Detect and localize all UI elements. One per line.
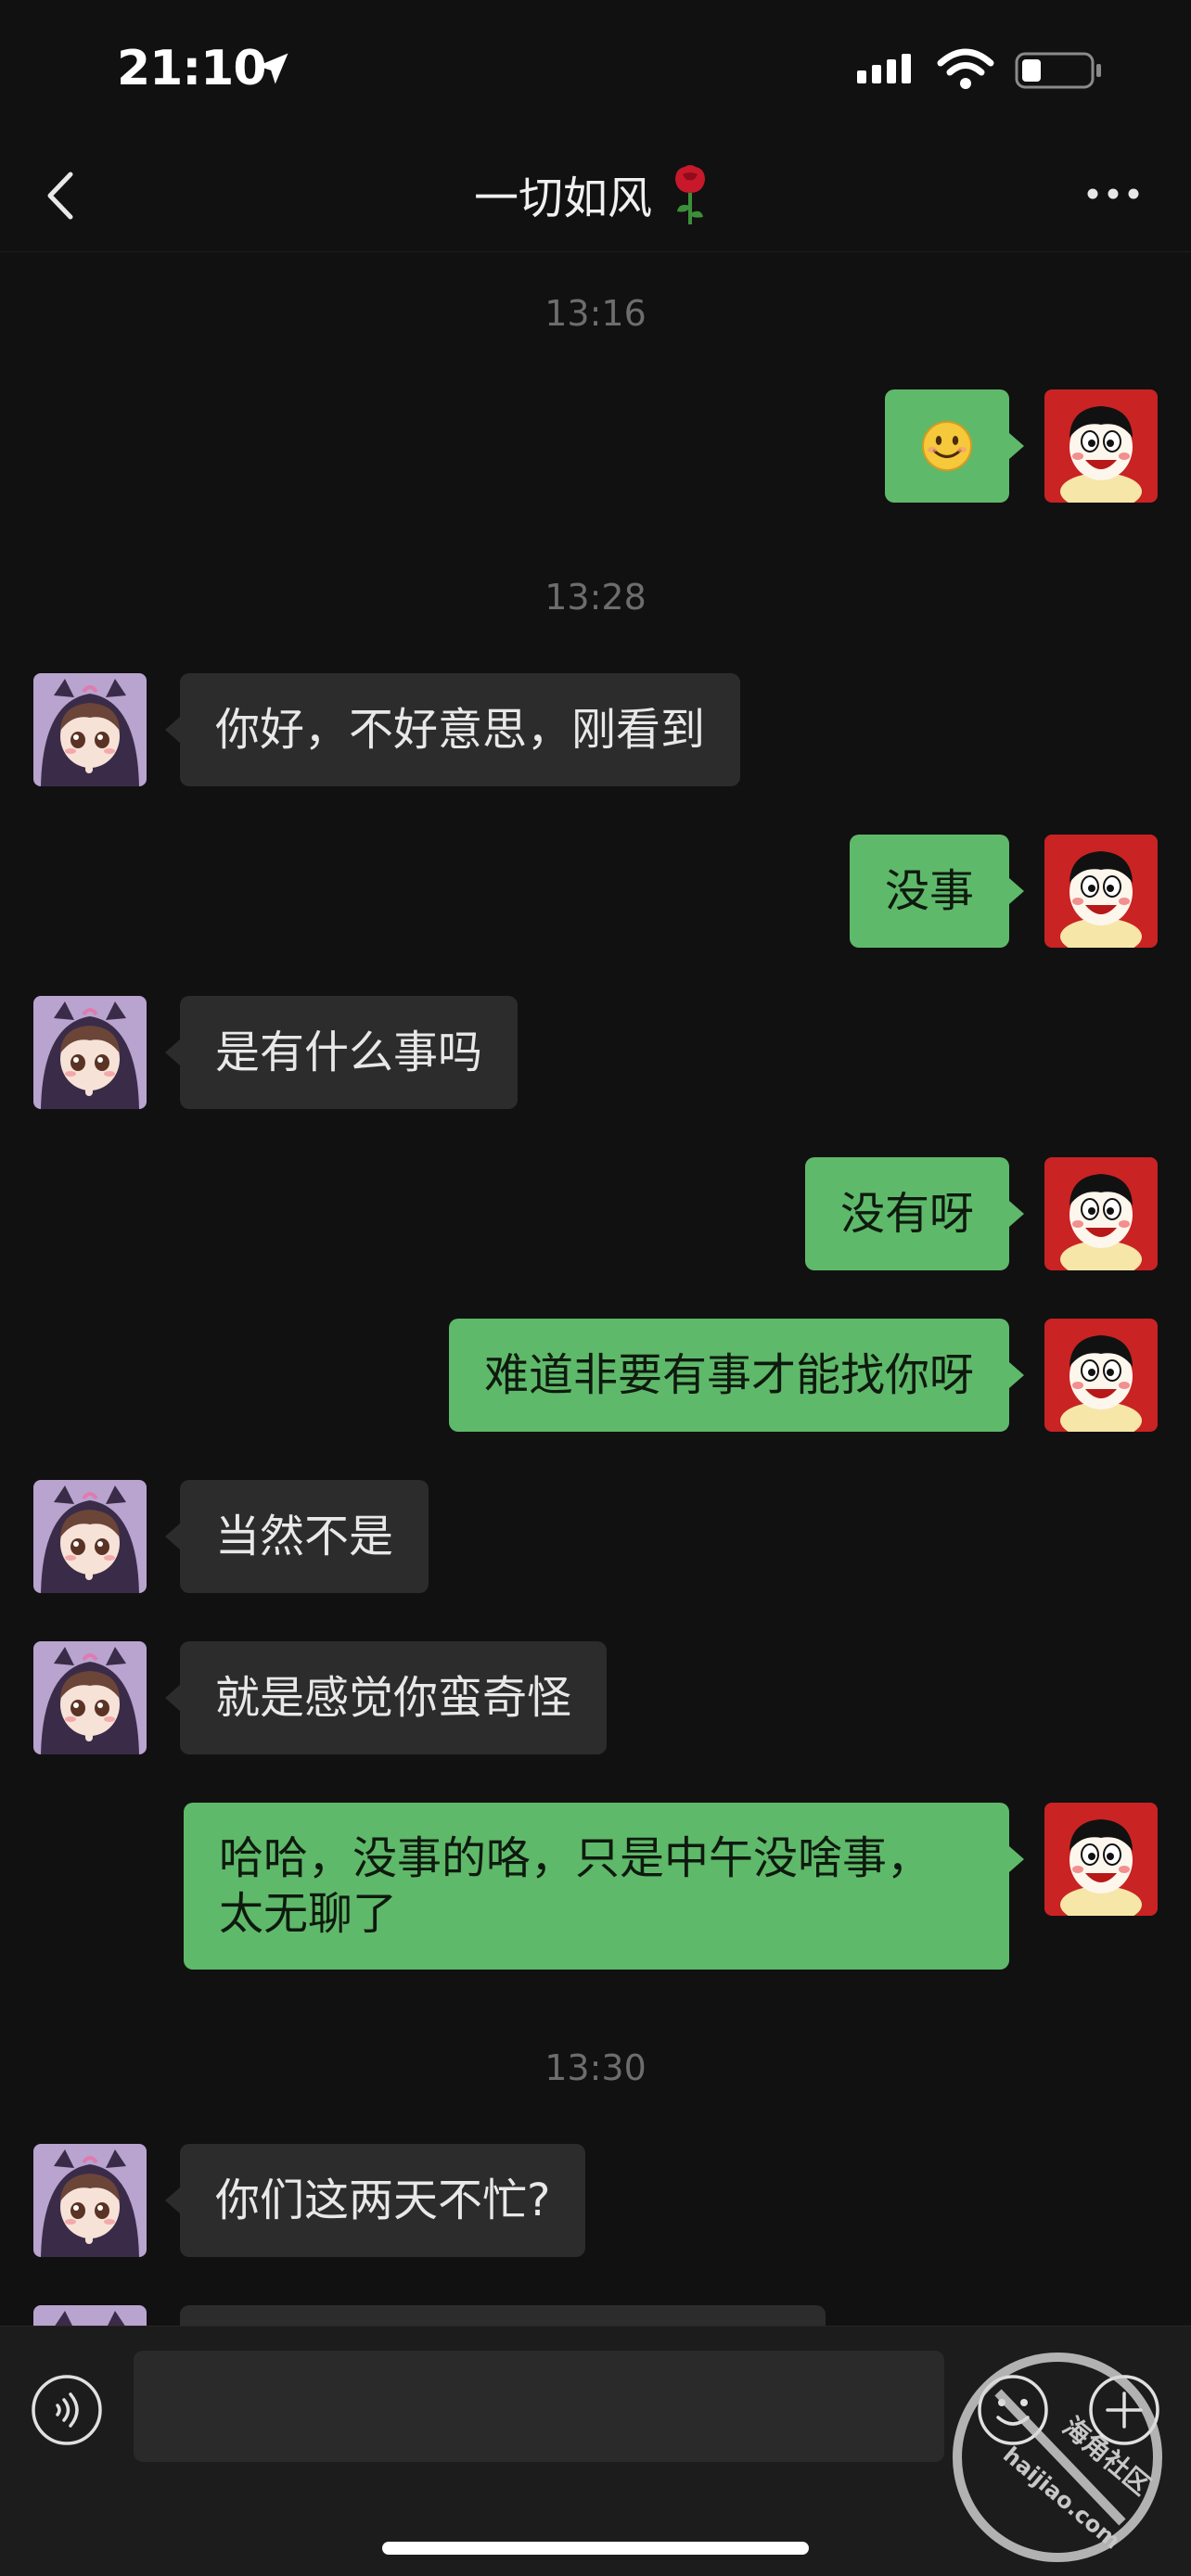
outgoing-message-bubble[interactable]: 难道非要有事才能找你呀 [448,1319,1009,1432]
watermark-logo: 海角社区 haijiao.com [953,2353,1162,2562]
girl-avatar-icon [33,2305,147,2326]
bubble-tail [1009,1201,1024,1227]
outgoing-message-bubble[interactable] [885,389,1009,503]
bubble-tail [165,1685,180,1711]
outgoing-message-bubble[interactable]: 哈哈，没事的咯，只是中午没啥事，太无聊了 [184,1803,1009,1970]
contact-avatar[interactable] [33,2144,147,2257]
bubble-tail [1009,1846,1024,1872]
boy-avatar-icon [1044,1803,1158,1916]
more-options-icon[interactable] [1083,180,1143,208]
wechat-chat-screen: 21:10 一切如风 13:16 13:28 你好，不好意思，刚看到 没事 是有… [0,0,1191,2576]
voice-input-icon[interactable] [30,2373,104,2447]
boy-avatar-icon [1044,389,1158,503]
message-list[interactable]: 13:16 13:28 你好，不好意思，刚看到 没事 是有什么事吗 没有呀 难道… [0,252,1191,2326]
contact-avatar[interactable] [33,673,147,786]
bubble-tail [1009,1362,1024,1388]
bubble-tail [1009,433,1024,459]
wifi-icon [937,48,994,89]
my-avatar[interactable] [1044,1803,1158,1916]
status-time: 21:10 [117,41,267,96]
boy-avatar-icon [1044,1319,1158,1432]
bubble-tail [165,1039,180,1065]
bubble-tail [1009,878,1024,904]
incoming-message-bubble[interactable]: 你好，不好意思，刚看到 [180,673,741,786]
battery-icon [1015,52,1101,89]
chat-nav-bar: 一切如风 [0,139,1191,252]
location-arrow-icon [257,53,288,84]
incoming-message-bubble[interactable]: 当然不是 [180,1480,429,1593]
bubble-tail [165,2187,180,2213]
my-avatar[interactable] [1044,1157,1158,1270]
contact-avatar[interactable] [33,1641,147,1754]
outgoing-message-bubble[interactable]: 没有呀 [804,1157,1009,1270]
timestamp: 13:16 [544,293,647,334]
incoming-message-bubble[interactable]: 就是感觉你蛮奇怪 [180,1641,608,1754]
incoming-message-bubble[interactable] [180,2305,826,2326]
my-avatar[interactable] [1044,389,1158,503]
chat-title: 一切如风 [0,161,1191,226]
smile-emoji-icon [922,421,972,471]
contact-avatar[interactable] [33,996,147,1109]
girl-avatar-icon [33,1641,147,1754]
incoming-message-bubble[interactable]: 你们这两天不忙? [180,2144,586,2257]
bubble-tail [165,1524,180,1549]
watermark-text: 海角社区 [1057,2411,1157,2501]
cellular-signal-icon [857,54,911,83]
bubble-tail [165,717,180,743]
boy-avatar-icon [1044,1157,1158,1270]
rose-icon [675,165,705,224]
girl-avatar-icon [33,2144,147,2257]
timestamp: 13:30 [544,2047,647,2088]
outgoing-message-bubble[interactable]: 没事 [849,835,1009,948]
chat-title-text: 一切如风 [473,172,652,224]
incoming-message-bubble[interactable]: 是有什么事吗 [180,996,519,1109]
home-indicator[interactable] [382,2542,809,2555]
contact-avatar[interactable] [33,1480,147,1593]
girl-avatar-icon [33,996,147,1109]
my-avatar[interactable] [1044,835,1158,948]
girl-avatar-icon [33,673,147,786]
boy-avatar-icon [1044,835,1158,948]
contact-avatar[interactable] [33,2305,147,2326]
timestamp: 13:28 [544,577,647,618]
status-bar: 21:10 [0,0,1191,139]
my-avatar[interactable] [1044,1319,1158,1432]
message-input[interactable] [134,2351,944,2462]
girl-avatar-icon [33,1480,147,1593]
